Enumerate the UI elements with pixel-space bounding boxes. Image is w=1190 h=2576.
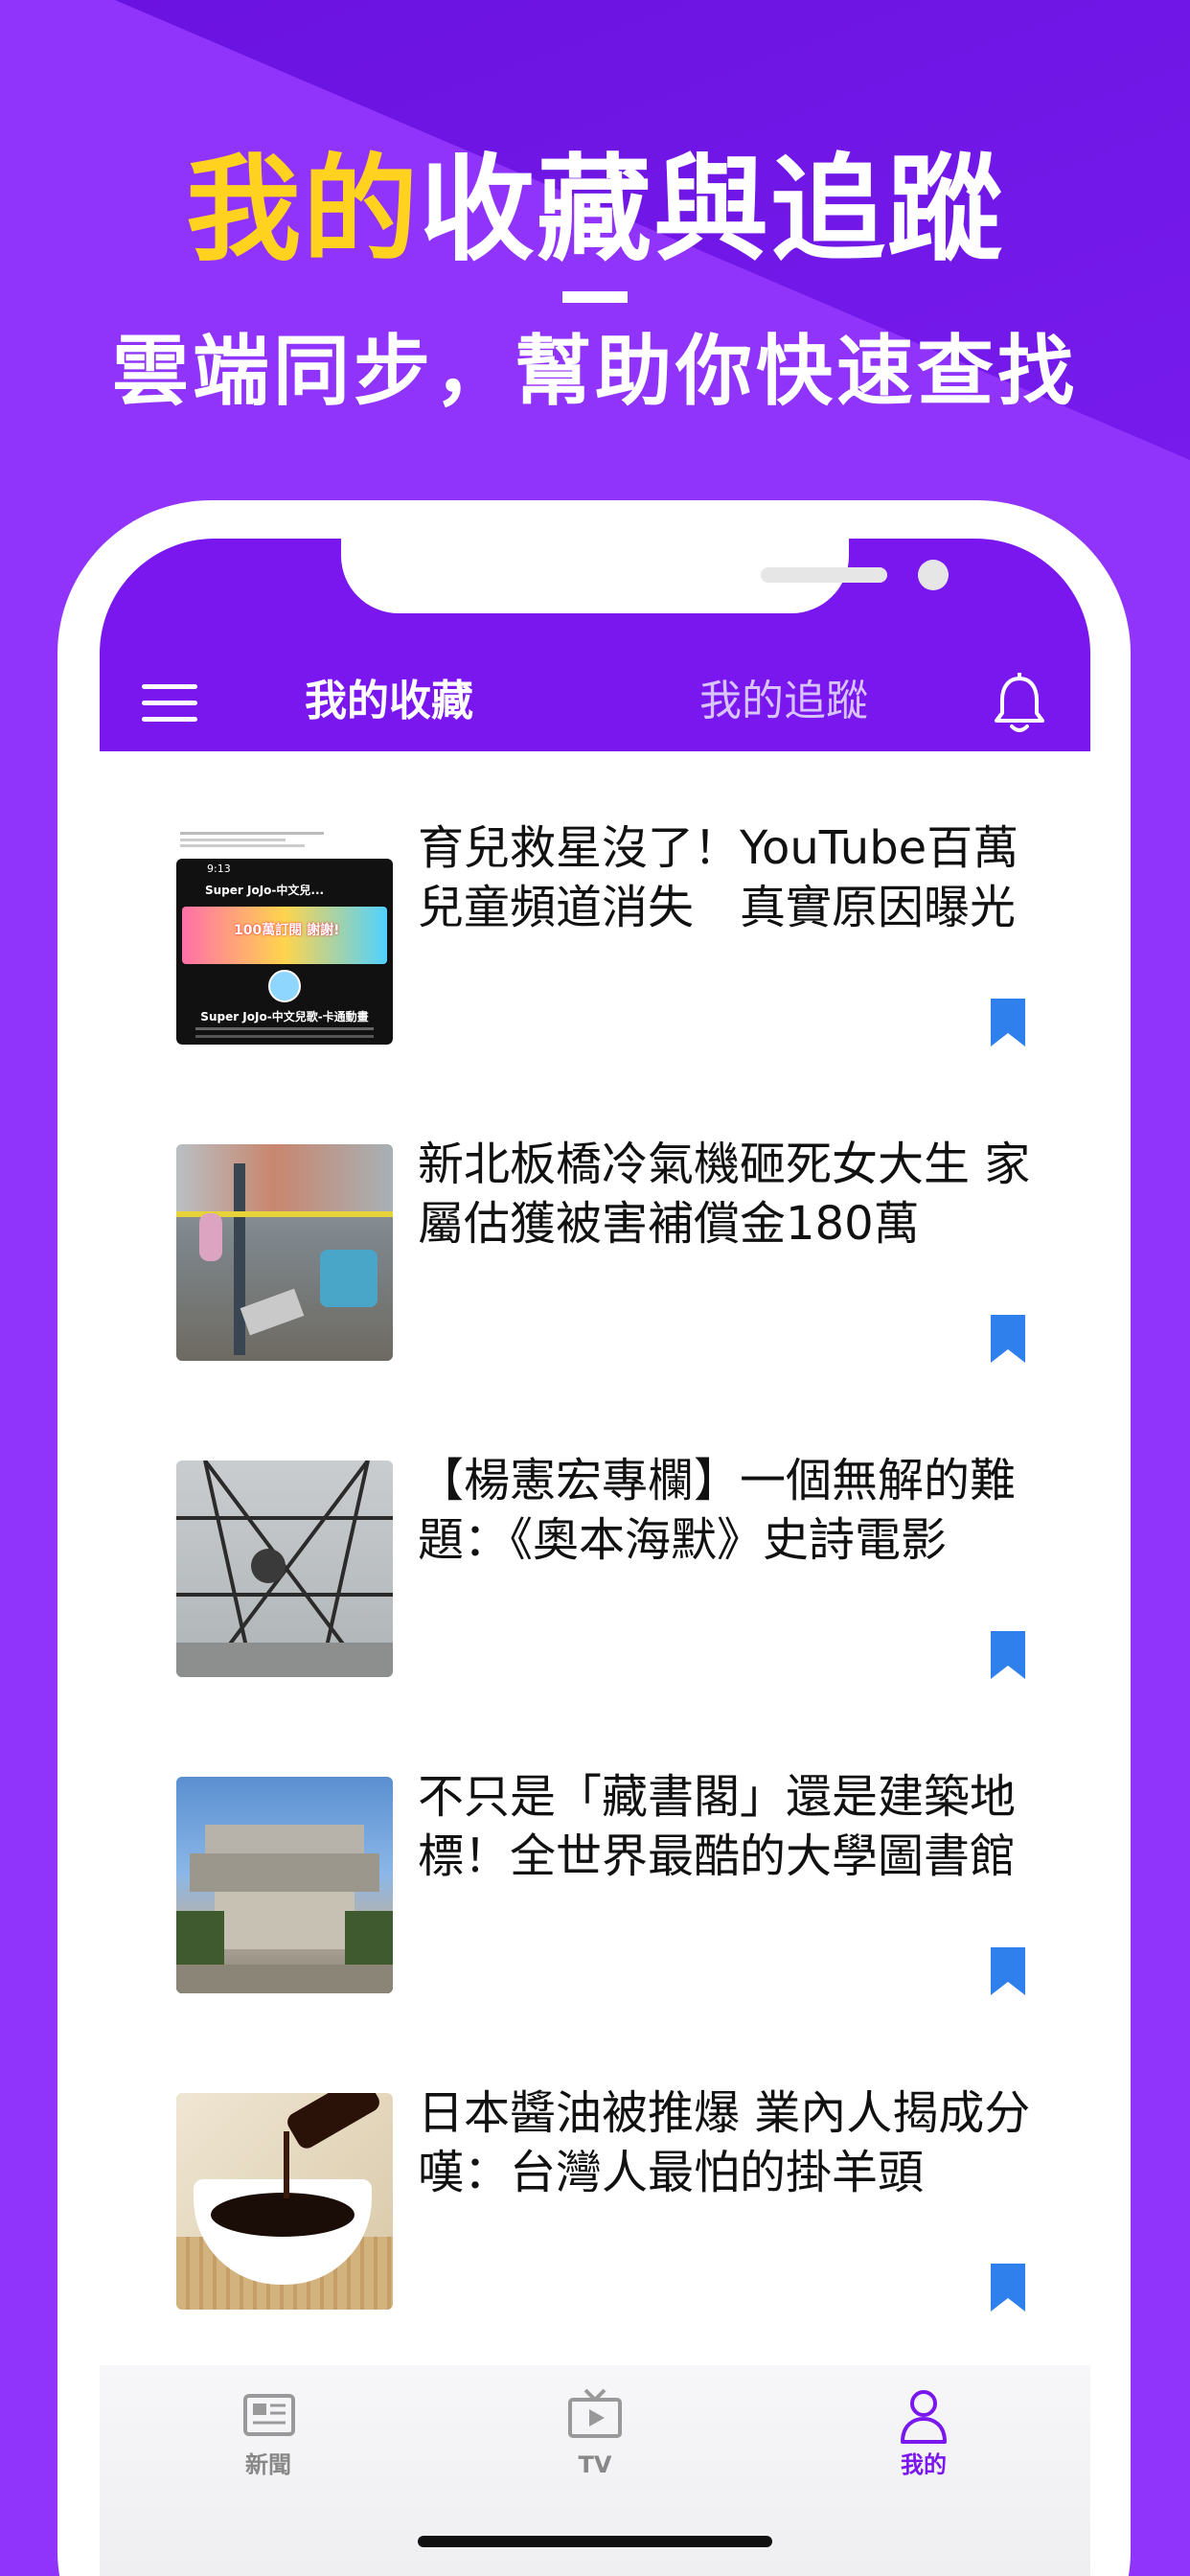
phone-notch <box>341 539 949 613</box>
article-thumbnail <box>176 1144 393 1361</box>
article-item[interactable]: 【楊憲宏專欄】一個無解的難題：《奧本海默》史詩電影 <box>100 1384 1090 1700</box>
tab-news[interactable]: 新聞 <box>192 2384 345 2482</box>
article-title[interactable]: 新北板橋冷氣機砸死女大生 家屬估獲被害補償金180萬 <box>418 1135 1031 1254</box>
user-icon <box>901 2390 947 2444</box>
camera <box>918 560 949 590</box>
thumb-time: 9:13 <box>207 862 231 875</box>
promo-subline: 雲端同步，幫助你快速查找 <box>112 327 1078 416</box>
bookmark-icon[interactable] <box>991 1315 1025 1363</box>
bookmark-icon[interactable] <box>991 1947 1025 1995</box>
home-indicator[interactable] <box>418 2536 772 2547</box>
thumb-caption: Super JoJo-中文兒歌-卡通動畫 <box>200 1010 369 1024</box>
tab-tv[interactable]: TV <box>518 2384 672 2482</box>
thumb-caption-area <box>176 828 393 857</box>
hamburger-menu-icon[interactable] <box>142 684 197 723</box>
phone-screen: 我的收藏 我的追蹤 9:13 Super JoJo-中文兒... 100萬訂閱 … <box>100 539 1090 2576</box>
article-title[interactable]: 不只是「藏書閣」還是建築地標！全世界最酷的大學圖書館 <box>418 1767 1031 1886</box>
bookmark-icon[interactable] <box>991 2264 1025 2312</box>
headline-highlight: 我的 <box>186 144 420 277</box>
tab-tv-label: TV <box>578 2451 612 2478</box>
headline-divider <box>562 291 628 303</box>
thumb-channel: Super JoJo-中文兒... <box>205 884 325 897</box>
article-item[interactable]: 不只是「藏書閣」還是建築地標！全世界最酷的大學圖書館 <box>100 1700 1090 2016</box>
article-item[interactable]: 9:13 Super JoJo-中文兒... 100萬訂閱 謝謝! Super … <box>100 751 1090 1068</box>
thumb-banner: 100萬訂閱 謝謝! <box>234 923 340 938</box>
tab-mine[interactable]: 我的 <box>847 2384 1000 2482</box>
app-header: 我的收藏 我的追蹤 <box>100 539 1090 751</box>
article-thumbnail <box>176 1460 393 1677</box>
newspaper-icon <box>243 2394 295 2436</box>
article-thumbnail: 9:13 Super JoJo-中文兒... 100萬訂閱 謝謝! Super … <box>176 828 393 1045</box>
tab-following[interactable]: 我的追蹤 <box>699 673 868 730</box>
article-title[interactable]: 日本醬油被推爆 業內人揭成分嘆：台灣人最怕的掛羊頭 <box>418 2083 1031 2202</box>
promo-headline: 我的收藏與追蹤 <box>0 144 1190 278</box>
article-title[interactable]: 【楊憲宏專欄】一個無解的難題：《奧本海默》史詩電影 <box>418 1451 1031 1570</box>
bottom-tab-bar: 新聞 TV 我的 <box>100 2365 1090 2576</box>
bookmark-icon[interactable] <box>991 1631 1025 1679</box>
tab-mine-label: 我的 <box>901 2451 947 2478</box>
bookmark-icon[interactable] <box>991 999 1025 1046</box>
article-thumbnail <box>176 2093 393 2310</box>
tv-play-icon <box>568 2388 622 2438</box>
article-thumbnail <box>176 1777 393 1993</box>
article-item[interactable]: 日本醬油被推爆 業內人揭成分嘆：台灣人最怕的掛羊頭 <box>100 2016 1090 2333</box>
tab-news-label: 新聞 <box>245 2451 291 2478</box>
tab-favorites[interactable]: 我的收藏 <box>305 673 473 730</box>
article-title[interactable]: 育兒救星沒了！YouTube百萬兒童頻道消失 真實原因曝光 <box>418 818 1031 937</box>
bell-icon[interactable] <box>991 673 1048 736</box>
article-item[interactable]: 新北板橋冷氣機砸死女大生 家屬估獲被害補償金180萬 <box>100 1068 1090 1384</box>
speaker <box>761 567 887 583</box>
headline-rest: 收藏與追蹤 <box>420 144 1004 277</box>
